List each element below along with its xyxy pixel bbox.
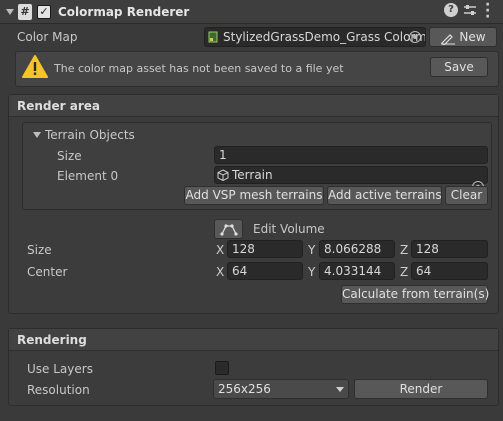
- edit-volume-button[interactable]: [214, 219, 243, 239]
- new-button-label: New: [459, 30, 486, 44]
- warning-icon: [22, 54, 48, 80]
- use-layers-checkbox[interactable]: [215, 361, 229, 375]
- help-icon[interactable]: ?: [444, 3, 458, 17]
- save-button[interactable]: Save: [430, 57, 488, 77]
- center-y-axis-label: Y: [308, 265, 316, 279]
- component-enabled-checkbox[interactable]: ✓: [37, 5, 51, 19]
- element0-value: Terrain: [232, 168, 273, 182]
- presets-icon[interactable]: [463, 3, 477, 17]
- foldout-arrow-icon[interactable]: [6, 9, 14, 15]
- resolution-dropdown[interactable]: 256x256: [213, 379, 349, 399]
- rendering-title: Rendering: [9, 329, 498, 351]
- size-y-axis-label: Y: [308, 243, 316, 257]
- script-icon: #: [18, 4, 32, 20]
- array-size-input[interactable]: 1: [214, 146, 488, 164]
- component-title: Colormap Renderer: [58, 5, 190, 19]
- element0-object-field[interactable]: Terrain: [214, 166, 488, 184]
- size-x-input[interactable]: 128: [227, 240, 303, 258]
- terrain-icon: [217, 169, 229, 182]
- resolution-label: Resolution: [27, 383, 90, 397]
- center-label: Center: [27, 265, 68, 279]
- resolution-value: 256x256: [218, 382, 271, 396]
- color-map-value: StylizedGrassDemo_Grass Colorm: [223, 30, 426, 44]
- center-y-input[interactable]: 4.033144: [319, 262, 395, 280]
- new-button[interactable]: New: [429, 27, 497, 47]
- terrain-objects-foldout-icon[interactable]: [33, 132, 41, 138]
- clear-button[interactable]: Clear: [445, 186, 488, 205]
- asset-icon: [208, 31, 218, 43]
- element0-label: Element 0: [57, 169, 119, 183]
- center-x-input[interactable]: 64: [227, 262, 303, 280]
- object-picker-icon[interactable]: [409, 31, 421, 43]
- color-map-label: Color Map: [17, 30, 78, 44]
- pencil-icon: [440, 32, 456, 46]
- array-size-label: Size: [57, 149, 82, 163]
- render-button[interactable]: Render: [354, 379, 488, 399]
- add-active-terrains-button[interactable]: Add active terrains: [327, 186, 442, 205]
- dropdown-chevron-icon: [336, 387, 344, 392]
- size-y-input[interactable]: 8.066288: [319, 240, 395, 258]
- terrain-objects-label[interactable]: Terrain Objects: [45, 128, 135, 142]
- render-area-title: Render area: [9, 95, 498, 117]
- add-vsp-mesh-terrains-button[interactable]: Add VSP mesh terrains: [184, 186, 324, 205]
- color-map-object-field[interactable]: StylizedGrassDemo_Grass Colorm: [204, 27, 426, 47]
- size-label: Size: [27, 243, 52, 257]
- center-z-axis-label: Z: [400, 265, 409, 279]
- size-x-axis-label: X: [216, 243, 225, 257]
- more-options-icon[interactable]: · · ·: [485, 0, 491, 24]
- size-z-input[interactable]: 128: [411, 240, 488, 258]
- use-layers-label: Use Layers: [27, 362, 93, 376]
- center-x-axis-label: X: [216, 265, 225, 279]
- edit-volume-label: Edit Volume: [253, 222, 325, 236]
- size-z-axis-label: Z: [400, 243, 409, 257]
- warning-text: The color map asset has not been saved t…: [54, 62, 344, 75]
- center-z-input[interactable]: 64: [411, 262, 488, 280]
- calculate-from-terrains-button[interactable]: Calculate from terrain(s): [341, 285, 489, 304]
- edit-volume-icon: [219, 224, 238, 236]
